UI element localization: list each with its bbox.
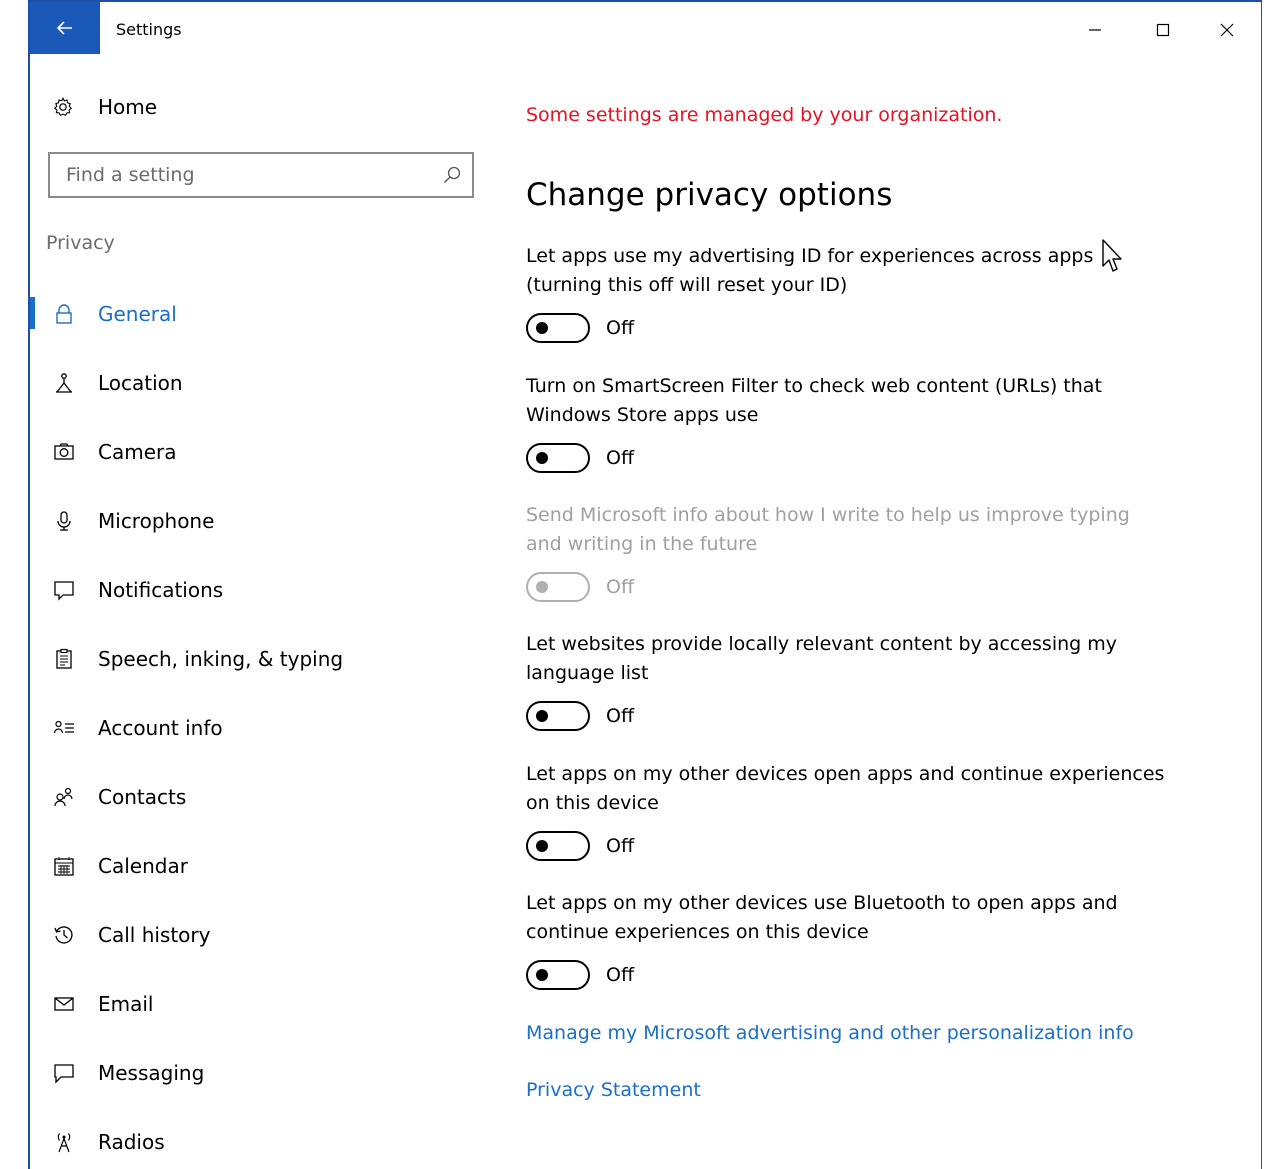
sidebar-item-calendar[interactable]: Calendar xyxy=(30,831,490,900)
mouse-cursor-icon xyxy=(1102,239,1122,272)
privacy-statement-link[interactable]: Privacy Statement xyxy=(526,1079,701,1101)
sidebar-item-label: Radios xyxy=(98,1129,165,1154)
sidebar-item-label: Account info xyxy=(98,715,223,740)
calendar-icon xyxy=(54,856,74,876)
manage-advertising-link[interactable]: Manage my Microsoft advertising and othe… xyxy=(526,1022,1134,1044)
option-description: Send Microsoft info about how I write to… xyxy=(526,504,1130,555)
other-devices-toggle[interactable] xyxy=(526,831,590,861)
sidebar-item-label: Camera xyxy=(98,439,177,464)
option-typing-info: Send Microsoft info about how I write to… xyxy=(526,501,1186,602)
page-title: Change privacy options xyxy=(526,177,893,213)
language-list-toggle[interactable] xyxy=(526,701,590,731)
sidebar-item-label: Email xyxy=(98,991,154,1016)
search-box[interactable] xyxy=(48,152,474,198)
section-label: Privacy xyxy=(46,232,115,254)
toggle-state: Off xyxy=(606,447,635,469)
window-title: Settings xyxy=(116,20,182,39)
close-icon xyxy=(1220,23,1234,37)
lock-icon xyxy=(56,303,72,324)
option-description: Let apps use my advertising ID for exper… xyxy=(526,245,1094,296)
option-advertising-id: Let apps use my advertising ID for exper… xyxy=(526,242,1186,343)
location-icon xyxy=(56,372,72,393)
sidebar-item-account-info[interactable]: Account info xyxy=(30,693,490,762)
sidebar-item-email[interactable]: Email xyxy=(30,969,490,1038)
option-description: Let apps on my other devices open apps a… xyxy=(526,763,1165,814)
sidebar-item-label: Microphone xyxy=(98,508,215,533)
toggle-state: Off xyxy=(606,705,635,727)
clipboard-icon xyxy=(56,648,72,669)
sidebar-item-label: General xyxy=(98,301,177,326)
sidebar-item-label: Contacts xyxy=(98,784,187,809)
typing-info-toggle xyxy=(526,572,590,602)
toggle-knob xyxy=(536,452,548,464)
sidebar-item-notifications[interactable]: Notifications xyxy=(30,555,490,624)
sidebar-item-call-history[interactable]: Call history xyxy=(30,900,490,969)
sidebar-item-label: Call history xyxy=(98,922,211,947)
history-icon xyxy=(54,925,73,944)
option-description: Turn on SmartScreen Filter to check web … xyxy=(526,375,1102,426)
sidebar-item-contacts[interactable]: Contacts xyxy=(30,762,490,831)
sidebar-item-label: Location xyxy=(98,370,183,395)
radio-antenna-icon xyxy=(57,1132,71,1152)
back-arrow-icon xyxy=(56,21,72,35)
toggle-knob xyxy=(536,840,548,852)
sidebar-item-location[interactable]: Location xyxy=(30,348,490,417)
search-icon xyxy=(444,166,461,183)
notifications-icon xyxy=(54,580,74,601)
sidebar-item-label: Notifications xyxy=(98,577,224,602)
sidebar-item-camera[interactable]: Camera xyxy=(30,417,490,486)
sidebar-item-messaging[interactable]: Messaging xyxy=(30,1038,490,1107)
toggle-knob xyxy=(536,710,548,722)
account-info-icon xyxy=(53,720,74,733)
microphone-icon xyxy=(57,510,71,531)
toggle-knob xyxy=(536,581,548,593)
bluetooth-devices-toggle[interactable] xyxy=(526,960,590,990)
sidebar-item-radios[interactable]: Radios xyxy=(30,1107,490,1169)
close-button[interactable] xyxy=(1204,12,1250,48)
back-button[interactable] xyxy=(30,2,100,54)
sidebar-item-label: Calendar xyxy=(98,853,188,878)
privacy-nav: General Location Camera Microphone Notif… xyxy=(30,279,490,1169)
sidebar-item-label: Speech, inking, & typing xyxy=(98,646,344,671)
toggle-knob xyxy=(536,969,548,981)
home-nav-item[interactable]: Home xyxy=(52,92,157,122)
camera-icon xyxy=(54,442,74,460)
maximize-icon xyxy=(1156,23,1170,37)
maximize-button[interactable] xyxy=(1140,12,1186,48)
sidebar-item-microphone[interactable]: Microphone xyxy=(30,486,490,555)
contacts-icon xyxy=(54,787,73,806)
minimize-icon xyxy=(1089,29,1101,31)
toggle-state: Off xyxy=(606,576,635,598)
toggle-state: Off xyxy=(606,835,635,857)
option-description: Let apps on my other devices use Bluetoo… xyxy=(526,892,1118,943)
sidebar-item-general[interactable]: General xyxy=(30,279,490,348)
managed-notice: Some settings are managed by your organi… xyxy=(526,104,1003,126)
search-input[interactable] xyxy=(50,154,442,196)
toggle-state: Off xyxy=(606,964,635,986)
messaging-icon xyxy=(54,1063,74,1084)
option-bluetooth-devices: Let apps on my other devices use Bluetoo… xyxy=(526,889,1186,990)
sidebar-item-speech[interactable]: Speech, inking, & typing xyxy=(30,624,490,693)
option-smartscreen: Turn on SmartScreen Filter to check web … xyxy=(526,372,1186,473)
toggle-state: Off xyxy=(606,317,635,339)
advertising-id-toggle[interactable] xyxy=(526,313,590,343)
title-bar: Settings xyxy=(30,2,1261,58)
smartscreen-toggle[interactable] xyxy=(526,443,590,473)
option-language-list: Let websites provide locally relevant co… xyxy=(526,630,1186,731)
gear-icon xyxy=(53,97,73,117)
toggle-knob xyxy=(536,322,548,334)
email-icon xyxy=(54,996,74,1011)
sidebar-item-label: Messaging xyxy=(98,1060,205,1085)
option-description: Let websites provide locally relevant co… xyxy=(526,633,1117,684)
minimize-button[interactable] xyxy=(1072,12,1118,48)
settings-window: Settings Home Privacy General xyxy=(28,0,1262,1169)
option-other-devices: Let apps on my other devices open apps a… xyxy=(526,760,1186,861)
home-label: Home xyxy=(98,95,158,119)
